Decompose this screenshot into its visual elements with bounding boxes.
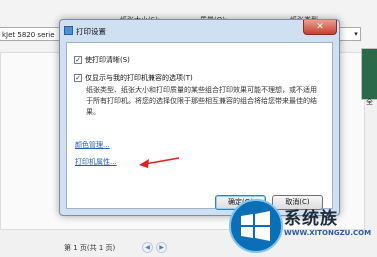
- annotation-arrow-icon: [139, 157, 180, 168]
- page-counter: 第 1 页(共 1 页): [64, 244, 116, 252]
- layout-thumbnail[interactable]: [361, 48, 377, 100]
- printer-icon: [64, 26, 73, 35]
- print-settings-dialog: 打印设置 ✕ ✓ 使打印清晰(S) ✓ 仅显示与我的打印机兼容的选项(T) 纸张类型…: [59, 19, 340, 216]
- printer-select[interactable]: kJet 5820 serie: [0, 27, 68, 41]
- dialog-title: 打印设置: [76, 27, 106, 36]
- chevron-down-icon[interactable]: ▾: [350, 27, 362, 41]
- next-page-icon[interactable]: ▶: [156, 242, 167, 253]
- brand-url: WWW.XITONGZU.COM: [284, 229, 372, 237]
- windows-logo-icon: [229, 199, 283, 253]
- brand-name: 系统族: [284, 209, 338, 229]
- close-icon: ✕: [316, 22, 324, 32]
- dialog-title-bar[interactable]: 打印设置 ✕: [60, 20, 339, 42]
- prev-page-icon[interactable]: ◀: [142, 242, 153, 253]
- thumbnail-label: 全: [366, 98, 373, 106]
- close-button[interactable]: ✕: [303, 20, 337, 35]
- dialog-body: ✓ 使打印清晰(S) ✓ 仅显示与我的打印机兼容的选项(T) 纸张类型、纸张大小和打…: [66, 42, 333, 209]
- site-watermark: 系统族 WWW.XITONGZU.COM: [226, 196, 377, 257]
